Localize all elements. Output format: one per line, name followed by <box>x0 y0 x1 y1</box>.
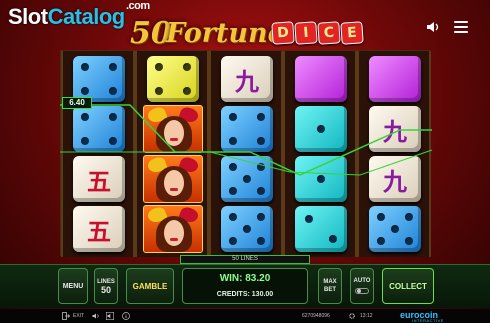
watermark-slot: Slot <box>8 4 48 29</box>
symbol-die-ivory: 五 <box>69 155 129 203</box>
glyph-five: 五 <box>87 217 111 246</box>
symbol-die-blue <box>69 105 129 153</box>
symbol-die-cyan <box>291 105 351 153</box>
symbol-die-cyan <box>291 155 351 203</box>
glyph-nine: 九 <box>383 167 407 196</box>
menu-button-label: MENU <box>62 282 84 290</box>
lines-value: 50 <box>100 285 111 295</box>
maxbet-line1: MAX <box>323 279 337 285</box>
credits-amount: CREDITS: 130.00 <box>216 291 274 298</box>
win-credits-display: WIN: 83.20 CREDITS: 130.00 <box>182 268 308 304</box>
symbol-die-purple <box>291 55 351 103</box>
auto-label: AUTO <box>353 278 371 284</box>
info-icon[interactable] <box>122 312 130 320</box>
symbol-die-ivory: 五 <box>69 205 129 253</box>
lines-button[interactable]: LINES 50 <box>94 268 118 304</box>
logo-die-letter: C <box>317 21 341 45</box>
reel-area: 五 五 九 九 九 <box>60 50 431 257</box>
logo-die-letter: D <box>271 21 295 45</box>
clock-time: 13:12 <box>360 313 373 319</box>
win-amount: WIN: 83.20 <box>219 273 271 284</box>
eurocoin-sub: INTERACTIVE <box>412 318 444 323</box>
menu-button[interactable]: MENU <box>58 268 88 304</box>
lines-indicator: 50 LINES <box>180 255 310 264</box>
reel-4 <box>283 51 357 257</box>
speaker-icon[interactable] <box>426 20 440 34</box>
symbol-die-blue <box>217 155 277 203</box>
game-stage: SlotCatalog .com 50 Fortune D I C E 五 五 … <box>0 0 490 323</box>
gamble-label: GAMBLE <box>132 281 168 291</box>
glyph-nine: 九 <box>383 117 407 146</box>
auto-toggle[interactable] <box>355 288 369 294</box>
symbol-die-ivory: 九 <box>365 155 425 203</box>
symbol-die-ivory: 九 <box>365 105 425 153</box>
symbol-die-yellow <box>143 55 203 103</box>
reel-5: 九 九 <box>357 51 431 257</box>
reel-1: 五 五 <box>61 51 135 257</box>
exit-icon[interactable] <box>62 312 70 320</box>
symbol-die-blue <box>217 105 277 153</box>
symbol-die-blue <box>69 55 129 103</box>
watermark-catalog: Catalog <box>47 4 126 29</box>
max-bet-button[interactable]: MAX BET <box>318 268 342 304</box>
maxbet-line2: BET <box>324 287 336 293</box>
slotcatalog-watermark: SlotCatalog .com <box>8 0 150 30</box>
settings-icon[interactable] <box>348 312 356 320</box>
autoplay-button[interactable]: AUTO <box>350 268 374 304</box>
symbol-die-ivory: 九 <box>217 55 277 103</box>
game-logo: 50 Fortune D I C E <box>130 10 380 51</box>
symbol-die-purple <box>365 55 425 103</box>
symbol-joker <box>143 205 203 253</box>
symbol-die-blue <box>217 205 277 253</box>
collect-button[interactable]: COLLECT <box>382 268 434 304</box>
hamburger-icon[interactable] <box>454 21 468 33</box>
control-panel: MENU LINES 50 GAMBLE WIN: 83.20 CREDITS:… <box>0 264 490 308</box>
glyph-five: 五 <box>87 167 111 196</box>
symbol-die-cyan <box>291 205 351 253</box>
logo-die-letter: E <box>340 21 364 45</box>
reel-3: 九 <box>209 51 283 257</box>
gamble-button[interactable]: GAMBLE <box>126 268 174 304</box>
logo-dice: D I C E <box>271 21 364 45</box>
volume-icon[interactable] <box>92 312 100 320</box>
reel-2 <box>135 51 209 257</box>
symbol-die-blue <box>365 205 425 253</box>
exit-label[interactable]: EXIT <box>73 313 84 319</box>
ticket-id: 6270948096 <box>302 313 330 319</box>
sound-fx-icon[interactable] <box>106 312 114 320</box>
symbol-joker <box>143 155 203 203</box>
glyph-nine: 九 <box>235 67 259 96</box>
footer-bar: EXIT 6270948096 13:12 eurocoin INTERACTI… <box>0 309 490 323</box>
logo-word: Fortune <box>166 18 285 49</box>
line-win-tag: 6.40 <box>62 97 92 109</box>
symbol-joker <box>143 105 203 153</box>
collect-label: COLLECT <box>389 281 427 291</box>
logo-die-letter: I <box>294 21 318 45</box>
